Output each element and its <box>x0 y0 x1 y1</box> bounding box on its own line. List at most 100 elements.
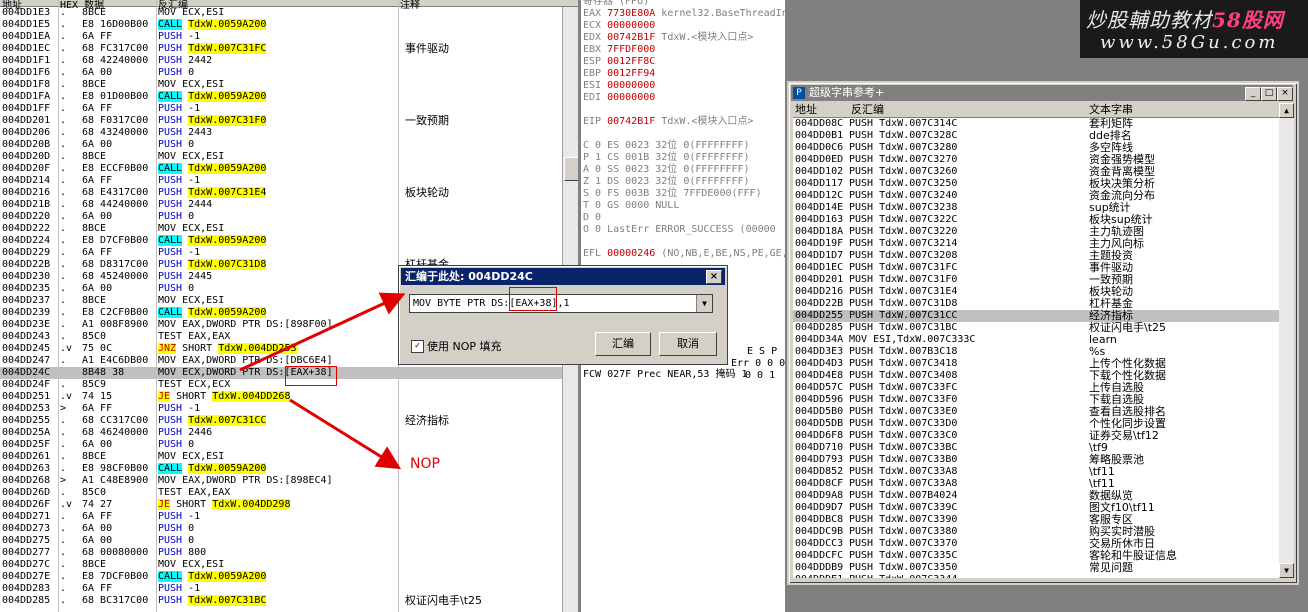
string-row[interactable]: 004DD102 PUSH TdxW.007C3260 资金背离模型 <box>793 166 1279 178</box>
register-line[interactable]: Z 1 DS 0023 32位 0(FFFFFFFF) <box>583 176 750 188</box>
dialog-titlebar[interactable]: 汇编于此处: 004DD24C × <box>401 268 725 285</box>
string-row[interactable]: 004DDCC3 PUSH TdxW.007C3370 交易所休市日 <box>793 538 1279 550</box>
cancel-button[interactable]: 取消 <box>659 332 717 356</box>
string-row[interactable]: 004DD34A MOV ESI,TdxW.007C333C learn <box>793 334 1279 346</box>
string-row[interactable]: 004DD4D3 PUSH TdxW.007C3418 上传个性化数据 <box>793 358 1279 370</box>
disasm-row[interactable]: 004DD1EA. 6A FF PUSH -1 <box>0 31 578 43</box>
string-row[interactable]: 004DD9A8 PUSH TdxW.007B4024 数据纵览 <box>793 490 1279 502</box>
string-row[interactable]: 004DDDE1 PUSH TdxW.007C3344... <box>793 574 1279 579</box>
disasm-row[interactable]: 004DD275. 6A 00 PUSH 0 <box>0 535 578 547</box>
string-row[interactable]: 004DD163 PUSH TdxW.007C322C 板块sup统计 <box>793 214 1279 226</box>
disasm-row[interactable]: 004DD26D. 85C0 TEST EAX,EAX <box>0 487 578 499</box>
register-line[interactable]: D 0 <box>583 212 601 224</box>
disasm-row[interactable]: 004DD214. 6A FF PUSH -1 <box>0 175 578 187</box>
scrollbar-thumb[interactable] <box>564 157 578 181</box>
disasm-row[interactable]: 004DD1E3. 8BCE MOV ECX,ESI <box>0 7 578 19</box>
disasm-row[interactable]: 004DD206. 68 43240000 PUSH 2443 <box>0 127 578 139</box>
string-row[interactable]: 004DDC9B PUSH TdxW.007C3380 购买实时潜股 <box>793 526 1279 538</box>
dialog-close-button[interactable]: × <box>706 270 722 284</box>
disasm-row[interactable]: 004DD20B. 6A 00 PUSH 0 <box>0 139 578 151</box>
register-line[interactable]: EFL 00000246 (NO,NB,E,BE,NS,PE,GE, <box>583 248 785 260</box>
disasm-row[interactable]: 004DD1FA. E8 01D00B00 CALL TdxW.0059A200 <box>0 91 578 103</box>
string-row[interactable]: 004DD5B0 PUSH TdxW.007C33E0 查看自选股排名 <box>793 406 1279 418</box>
disasm-row[interactable]: 004DD27C. 8BCE MOV ECX,ESI <box>0 559 578 571</box>
string-row[interactable]: 004DD710 PUSH TdxW.007C33BC \tf9 <box>793 442 1279 454</box>
disasm-row[interactable]: 004DD20F. E8 ECCF0B00 CALL TdxW.0059A200 <box>0 163 578 175</box>
disasm-row[interactable]: 004DD1EC. 68 FC317C00 PUSH TdxW.007C31FC 事件… <box>0 43 578 55</box>
scroll-up-icon[interactable]: ▲ <box>1279 103 1294 118</box>
instruction-combobox[interactable]: MOV BYTE PTR DS:[EAX+38],1 ▼ <box>409 294 713 313</box>
disasm-row[interactable]: 004DD25F. 6A 00 PUSH 0 <box>0 439 578 451</box>
register-line[interactable]: P 1 CS 001B 32位 0(FFFFFFFF) <box>583 152 750 164</box>
string-table-body[interactable]: 004DD08C PUSH TdxW.007C314C 套利矩阵 004DD0B1 PU… <box>793 118 1279 578</box>
register-line[interactable]: EBX 7FFDF000 <box>583 44 655 56</box>
string-row[interactable]: 004DD0C6 PUSH TdxW.007C3280 多空阵线 <box>793 142 1279 154</box>
disasm-row[interactable]: 004DD26F .v 74 27 JE SHORT TdxW.004DD298 <box>0 499 578 511</box>
register-line[interactable]: EBP 0012FF94 <box>583 68 655 80</box>
register-line[interactable]: S 0 FS 003B 32位 7FFDE000(FFF) <box>583 188 762 200</box>
string-window-titlebar[interactable]: P 超级字串参考+ _ □ × <box>791 85 1293 101</box>
string-row[interactable]: 004DD14E PUSH TdxW.007C3238 sup统计 <box>793 202 1279 214</box>
string-row[interactable]: 004DD4E8 PUSH TdxW.007C3408 下载个性化数据 <box>793 370 1279 382</box>
disasm-row[interactable]: 004DD229. 6A FF PUSH -1 <box>0 247 578 259</box>
string-row[interactable]: 004DD9D7 PUSH TdxW.007C339C 图文f10\tf11 <box>793 502 1279 514</box>
register-line[interactable]: ECX 00000000 <box>583 20 655 32</box>
string-row[interactable]: 004DD216 PUSH TdxW.007C31E4 板块轮动 <box>793 286 1279 298</box>
disasm-row[interactable]: 004DD277. 68 00080000 PUSH 800 <box>0 547 578 559</box>
minimize-button[interactable]: _ <box>1245 87 1261 101</box>
disasm-row[interactable]: 004DD285. 68 BC317C00 PUSH TdxW.007C31BC 权证… <box>0 595 578 607</box>
register-line[interactable]: O 0 LastErr ERROR_SUCCESS (00000 <box>583 224 776 236</box>
disasm-row[interactable]: 004DD263. E8 98CF0B00 CALL TdxW.0059A200 <box>0 463 578 475</box>
string-row[interactable]: 004DD12C PUSH TdxW.007C3240 资金流向分布 <box>793 190 1279 202</box>
string-row[interactable]: 004DD255 PUSH TdxW.007C31CC 经济指标 <box>793 310 1279 322</box>
disasm-row[interactable]: 004DD222. 8BCE MOV ECX,ESI <box>0 223 578 235</box>
disasm-row[interactable]: 004DD216. 68 E4317C00 PUSH TdxW.007C31E4 板块… <box>0 187 578 199</box>
register-line[interactable]: EAX 7730E80A kernel32.BaseThreadIn <box>583 8 785 20</box>
maximize-button[interactable]: □ <box>1261 87 1277 101</box>
disasm-row[interactable]: 004DD224. E8 D7CF0B00 CALL TdxW.0059A200 <box>0 235 578 247</box>
register-line[interactable]: T 0 GS 0000 NULL <box>583 200 679 212</box>
disasm-row[interactable]: 004DD1F6. 6A 00 PUSH 0 <box>0 67 578 79</box>
register-line[interactable]: A 0 SS 0023 32位 0(FFFFFFFF) <box>583 164 750 176</box>
assemble-button[interactable]: 汇编 <box>595 332 651 356</box>
assemble-dialog[interactable]: 汇编于此处: 004DD24C × MOV BYTE PTR DS:[EAX+3… <box>398 265 728 365</box>
disasm-row[interactable]: 004DD20D. 8BCE MOV ECX,ESI <box>0 151 578 163</box>
disasm-row[interactable]: 004DD25A. 68 46240000 PUSH 2446 <box>0 427 578 439</box>
register-line[interactable]: EDI 00000000 <box>583 92 655 104</box>
string-row[interactable]: 004DD285 PUSH TdxW.007C31BC 权证闪电手\t25 <box>793 322 1279 334</box>
disasm-row[interactable]: 004DD253 >6A FF PUSH -1 <box>0 403 578 415</box>
string-row[interactable]: 004DD0B1 PUSH TdxW.007C328C dde排名 <box>793 130 1279 142</box>
disasm-row[interactable]: 004DD261. 8BCE MOV ECX,ESI <box>0 451 578 463</box>
register-line[interactable]: ESI 00000000 <box>583 80 655 92</box>
disasm-row[interactable]: 004DD251 .v 74 15 JE SHORT TdxW.004DD268 <box>0 391 578 403</box>
string-row[interactable]: 004DD793 PUSH TdxW.007C33B0 筹略股票池 <box>793 454 1279 466</box>
string-row[interactable]: 004DD18A PUSH TdxW.007C3220 主力轨迹图 <box>793 226 1279 238</box>
string-row[interactable]: 004DD08C PUSH TdxW.007C314C 套利矩阵 <box>793 118 1279 130</box>
string-row[interactable]: 004DDCFC PUSH TdxW.007C335C 客轮和牛股证信息 <box>793 550 1279 562</box>
nop-fill-checkbox[interactable]: ✓ <box>411 340 424 353</box>
register-line[interactable]: EIP 00742B1F TdxW.<模块入口点> <box>583 116 753 128</box>
col-header-text[interactable]: 文本字串 <box>1089 103 1133 117</box>
close-button[interactable]: × <box>1277 87 1293 101</box>
string-window-scrollbar[interactable]: ▲ ▼ <box>1279 103 1294 578</box>
disasm-row[interactable]: 004DD1FF. 6A FF PUSH -1 <box>0 103 578 115</box>
disasm-row[interactable]: 004DD283. 6A FF PUSH -1 <box>0 583 578 595</box>
disasm-row[interactable]: 004DD1F8. 8BCE MOV ECX,ESI <box>0 79 578 91</box>
string-row[interactable]: 004DD0ED PUSH TdxW.007C3270 资金强势模型 <box>793 154 1279 166</box>
string-row[interactable]: 004DD596 PUSH TdxW.007C33F0 下载自选股 <box>793 394 1279 406</box>
string-row[interactable]: 004DD6F8 PUSH TdxW.007C33C0 证券交易\tf12 <box>793 430 1279 442</box>
disasm-row[interactable]: 004DD201. 68 F0317C00 PUSH TdxW.007C31F0 一致… <box>0 115 578 127</box>
string-row[interactable]: 004DDBC8 PUSH TdxW.007C3390 客服专区 <box>793 514 1279 526</box>
string-reference-window[interactable]: P 超级字串参考+ _ □ × 地址 反汇编 文本字串 004DD08C PUSH … <box>787 81 1299 585</box>
disasm-row[interactable]: 004DD1E5. E8 16D00B00 CALL TdxW.0059A200 <box>0 19 578 31</box>
string-row[interactable]: 004DD22B PUSH TdxW.007C31D8 杠杆基金 <box>793 298 1279 310</box>
register-line[interactable]: ESP 0012FF8C <box>583 56 655 68</box>
col-header-disasm[interactable]: 反汇编 <box>851 103 884 117</box>
disasm-row[interactable]: 004DD21B. 68 44240000 PUSH 2444 <box>0 199 578 211</box>
disasm-row[interactable]: 004DD271. 6A FF PUSH -1 <box>0 511 578 523</box>
disasm-row[interactable]: 004DD273. 6A 00 PUSH 0 <box>0 523 578 535</box>
string-row[interactable]: 004DD3E3 PUSH TdxW.007B3C18 %s <box>793 346 1279 358</box>
register-line[interactable]: EDX 00742B1F TdxW.<模块入口点> <box>583 32 753 44</box>
register-line[interactable]: C 0 ES 0023 32位 0(FFFFFFFF) <box>583 140 750 152</box>
string-row[interactable]: 004DD1D7 PUSH TdxW.007C3208 主题投资 <box>793 250 1279 262</box>
